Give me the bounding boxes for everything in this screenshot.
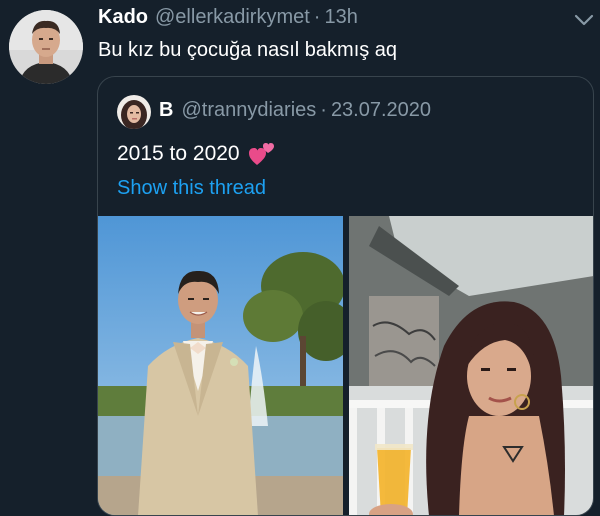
quoted-author-handle[interactable]: @trannydiaries xyxy=(181,99,316,122)
quoted-author-avatar[interactable] xyxy=(117,95,151,129)
quoted-author-name[interactable]: B xyxy=(159,99,173,122)
photo-2015[interactable] xyxy=(98,216,343,515)
header-separator: · xyxy=(313,6,321,28)
show-thread-link[interactable]: Show this thread xyxy=(117,177,266,200)
quoted-tweet-card[interactable]: B @trannydiaries · 23.07.2020 2015 to 20… xyxy=(97,76,594,516)
quoted-tweet-text-row: 2015 to 2020 xyxy=(117,141,276,167)
photo-2020[interactable] xyxy=(349,216,593,515)
two-hearts-icon xyxy=(248,141,276,167)
author-avatar[interactable] xyxy=(9,10,83,84)
chevron-down-icon[interactable] xyxy=(572,10,596,30)
quoted-tweet-text: 2015 to 2020 xyxy=(117,142,240,165)
tweet-text: Bu kız bu çocuğa nasıl bakmış aq xyxy=(98,39,398,61)
author-name[interactable]: Kado xyxy=(98,6,148,29)
quoted-tweet-header: B @trannydiaries · 23.07.2020 xyxy=(159,99,431,122)
tweet-header: Kado @ellerkadirkymet · 13h xyxy=(98,6,358,32)
quoted-header-separator: · xyxy=(320,99,327,121)
author-handle[interactable]: @ellerkadirkymet xyxy=(155,6,310,29)
tweet-timestamp[interactable]: 13h xyxy=(324,6,357,29)
quoted-tweet-date[interactable]: 23.07.2020 xyxy=(331,99,431,122)
